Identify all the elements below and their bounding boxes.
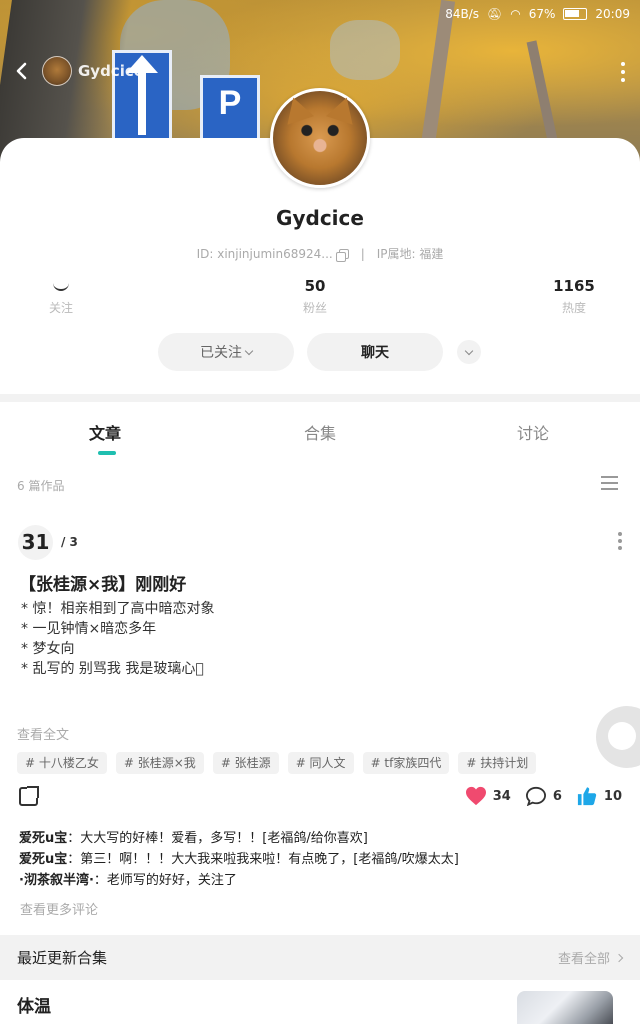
- chevron-down-icon: [244, 346, 254, 355]
- back-icon[interactable]: [2, 52, 42, 90]
- comment-preview-list: 爱死u宝：大大写的好棒！爱看，多写！！[老福鸽/给你喜欢] 爱死u宝：第三！啊！…: [19, 828, 619, 891]
- hidden-eye-icon: [53, 283, 69, 291]
- chevron-right-icon: [614, 953, 624, 962]
- comment-item[interactable]: 爱死u宝：大大写的好棒！爱看，多写！！[老福鸽/给你喜欢]: [19, 828, 619, 849]
- clock: 20:09: [595, 7, 630, 21]
- nav-avatar[interactable]: [42, 56, 72, 86]
- like-count: 34: [492, 788, 511, 804]
- tag[interactable]: # 十八楼乙女: [17, 752, 107, 774]
- chevron-down-icon: [464, 346, 474, 355]
- recent-collections: 最近更新合集 查看全部 体温: [0, 935, 640, 1024]
- tag[interactable]: # 张桂源×我: [115, 752, 204, 774]
- followed-button[interactable]: 已关注: [158, 333, 294, 371]
- chapter-badge: 31: [18, 525, 53, 560]
- list-view-icon[interactable]: [601, 476, 618, 490]
- battery-percent: 67%: [528, 7, 556, 21]
- network-speed: 84B/s: [445, 7, 480, 21]
- battery-icon: [563, 8, 588, 20]
- more-options-icon[interactable]: [620, 62, 626, 82]
- expand-button[interactable]: [457, 340, 481, 364]
- post-title[interactable]: 【张桂源×我】刚刚好: [19, 570, 186, 595]
- tag-list: # 十八楼乙女 # 张桂源×我 # 张桂源 # 同人文 # tf家族四代 # 扶…: [17, 752, 537, 774]
- post-more-icon[interactable]: [618, 532, 622, 550]
- works-count: 6 篇作品: [17, 479, 65, 493]
- summary-line: * 惊！相亲相到了高中暗恋对象: [21, 601, 215, 617]
- tab-collections[interactable]: 合集: [304, 420, 336, 444]
- tab-indicator: [98, 451, 116, 455]
- meta-separator: |: [360, 246, 365, 261]
- stat-followers[interactable]: 50 粉丝: [275, 276, 355, 316]
- summary-line: * 一见钟情×暗恋多年: [21, 621, 157, 637]
- collections-title: 最近更新合集: [17, 949, 108, 967]
- like-button[interactable]: 34: [465, 786, 511, 806]
- profile-stats: 关注 50 粉丝 1165 热度: [0, 276, 640, 320]
- tag[interactable]: # tf家族四代: [362, 752, 450, 774]
- comment-item[interactable]: ·沏茶叙半湾·：老师写的好好，关注了: [19, 870, 619, 891]
- chapter-total: / 3: [61, 535, 78, 549]
- copy-icon[interactable]: [335, 248, 349, 262]
- collection-card[interactable]: 体温: [0, 980, 640, 1024]
- comment-count: 6: [552, 788, 562, 804]
- tag[interactable]: # 扶持计划: [458, 752, 537, 774]
- profile-avatar[interactable]: [270, 88, 370, 188]
- collection-thumbnail: [517, 991, 613, 1024]
- recommend-button[interactable]: 10: [576, 786, 622, 806]
- summary-line: * 乱写的 别骂我 我是玻璃心 : [21, 661, 204, 677]
- comment-icon: [525, 786, 546, 806]
- mute-icon: 🔕︎: [487, 7, 503, 21]
- status-bar: 84B/s 🔕︎ ◠ 67% 20:09: [0, 0, 640, 28]
- tag[interactable]: # 同人文: [287, 752, 354, 774]
- nav-username: Gydcice: [78, 62, 144, 80]
- comment-item[interactable]: 爱死u宝：第三！啊！！！大大我来啦我来啦！有点晚了，[老福鸽/吹爆太太]: [19, 849, 619, 870]
- chat-button[interactable]: 聊天: [307, 333, 443, 371]
- heart-icon: [465, 786, 486, 806]
- stat-following[interactable]: 关注: [21, 276, 101, 316]
- profile-meta: ID: xinjinjumin68924... | IP属地: 福建: [0, 245, 640, 262]
- collection-name: 体温: [17, 997, 51, 1017]
- post-summary[interactable]: * 惊！相亲相到了高中暗恋对象 * 一见钟情×暗恋多年 * 梦女向 * 乱写的 …: [21, 599, 214, 679]
- comment-button[interactable]: 6: [525, 786, 562, 806]
- works-section: 文章 合集 讨论 6 篇作品 31 / 3 【张桂源×我】刚刚好 * 惊！相亲相…: [0, 402, 640, 935]
- tag[interactable]: # 张桂源: [212, 752, 279, 774]
- post-reactions: 34 6 10: [457, 786, 622, 806]
- see-all-link[interactable]: 查看全部: [558, 948, 624, 967]
- read-full-link[interactable]: 查看全文: [17, 724, 69, 743]
- tab-bar: 文章 合集 讨论: [0, 402, 640, 462]
- tab-discussion[interactable]: 讨论: [517, 420, 549, 444]
- wifi-icon: ◠: [510, 7, 521, 21]
- profile-actions: 已关注 聊天: [0, 333, 640, 371]
- top-nav: Gydcice: [0, 52, 640, 90]
- share-icon[interactable]: [19, 786, 39, 806]
- stat-heat[interactable]: 1165 热度: [534, 276, 614, 316]
- more-comments-link[interactable]: 查看更多评论: [20, 899, 98, 918]
- recommend-count: 10: [603, 788, 622, 804]
- tab-articles[interactable]: 文章: [89, 420, 121, 444]
- profile-name: Gydcice: [276, 206, 364, 230]
- user-id: ID: xinjinjumin68924...: [196, 246, 333, 261]
- summary-line: * 梦女向: [21, 641, 75, 657]
- thumbs-up-icon: [577, 787, 597, 806]
- ip-location: IP属地: 福建: [376, 247, 444, 261]
